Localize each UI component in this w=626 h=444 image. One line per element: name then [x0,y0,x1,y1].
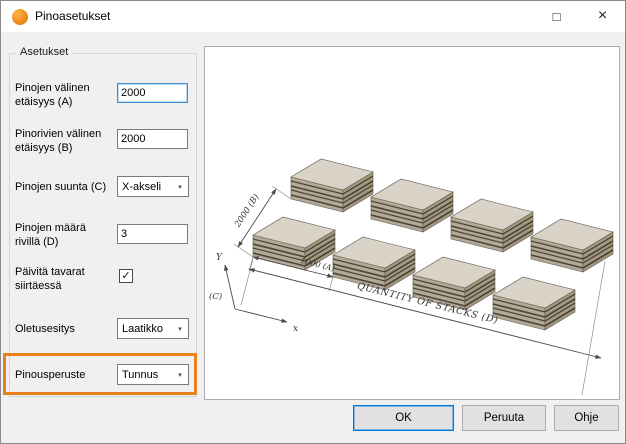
select-default-representation[interactable]: Laatikko ▾ [117,318,189,339]
ok-button[interactable]: OK [353,405,454,431]
select-stack-direction-value: X-akseli [118,181,172,193]
select-stacking-basis[interactable]: Tunnus ▾ [117,364,189,385]
stack-diagram: 2000 (B) 1000 (A) QUANTITY OF STACKS (D) [205,47,619,399]
label-row-distance-b: Pinorivien välinen etäisyys (B) [15,127,114,156]
label-default-representation: Oletusesitys [15,322,75,336]
axis-label-x: x [293,324,298,334]
label-stack-distance-a: Pinojen välinen etäisyys (A) [15,81,114,110]
axis-label-c: (C) [209,291,222,302]
input-row-distance-b[interactable] [117,129,188,149]
label-update-items: Päivitä tavarat siirtäessä [15,265,114,294]
window-title: Pinoasetukset [35,9,110,23]
label-stack-direction-c: Pinojen suunta (C) [15,180,106,194]
stack-settings-dialog: Pinoasetukset □ × Asetukset Pinojen väli… [0,0,626,444]
settings-groupbox-legend: Asetukset [16,46,72,58]
maximize-button[interactable]: □ [534,1,579,31]
checkmark-icon: ✓ [121,271,130,282]
select-stacking-basis-value: Tunnus [118,369,172,381]
input-stacks-per-row-d[interactable] [117,224,188,244]
diagram-panel: 2000 (B) 1000 (A) QUANTITY OF STACKS (D) [204,46,620,400]
select-stack-direction-c[interactable]: X-akseli ▾ [117,176,189,197]
cancel-button[interactable]: Peruuta [462,405,546,431]
checkbox-update-items[interactable]: ✓ [119,269,133,283]
titlebar: Pinoasetukset □ × [1,1,625,32]
dim-label-b: 2000 (B) [232,192,262,230]
label-stacks-per-row-d: Pinojen määrä rivillä (D) [15,221,114,250]
chevron-down-icon: ▾ [172,371,188,379]
chevron-down-icon: ▾ [172,183,188,191]
app-icon [12,9,28,25]
label-stacking-basis: Pinousperuste [15,368,85,382]
help-button[interactable]: Ohje [554,405,619,431]
select-default-representation-value: Laatikko [118,323,172,335]
close-button[interactable]: × [580,1,625,31]
input-stack-distance-a[interactable] [117,83,188,103]
axis-label-y: Y [216,253,223,263]
chevron-down-icon: ▾ [172,325,188,333]
